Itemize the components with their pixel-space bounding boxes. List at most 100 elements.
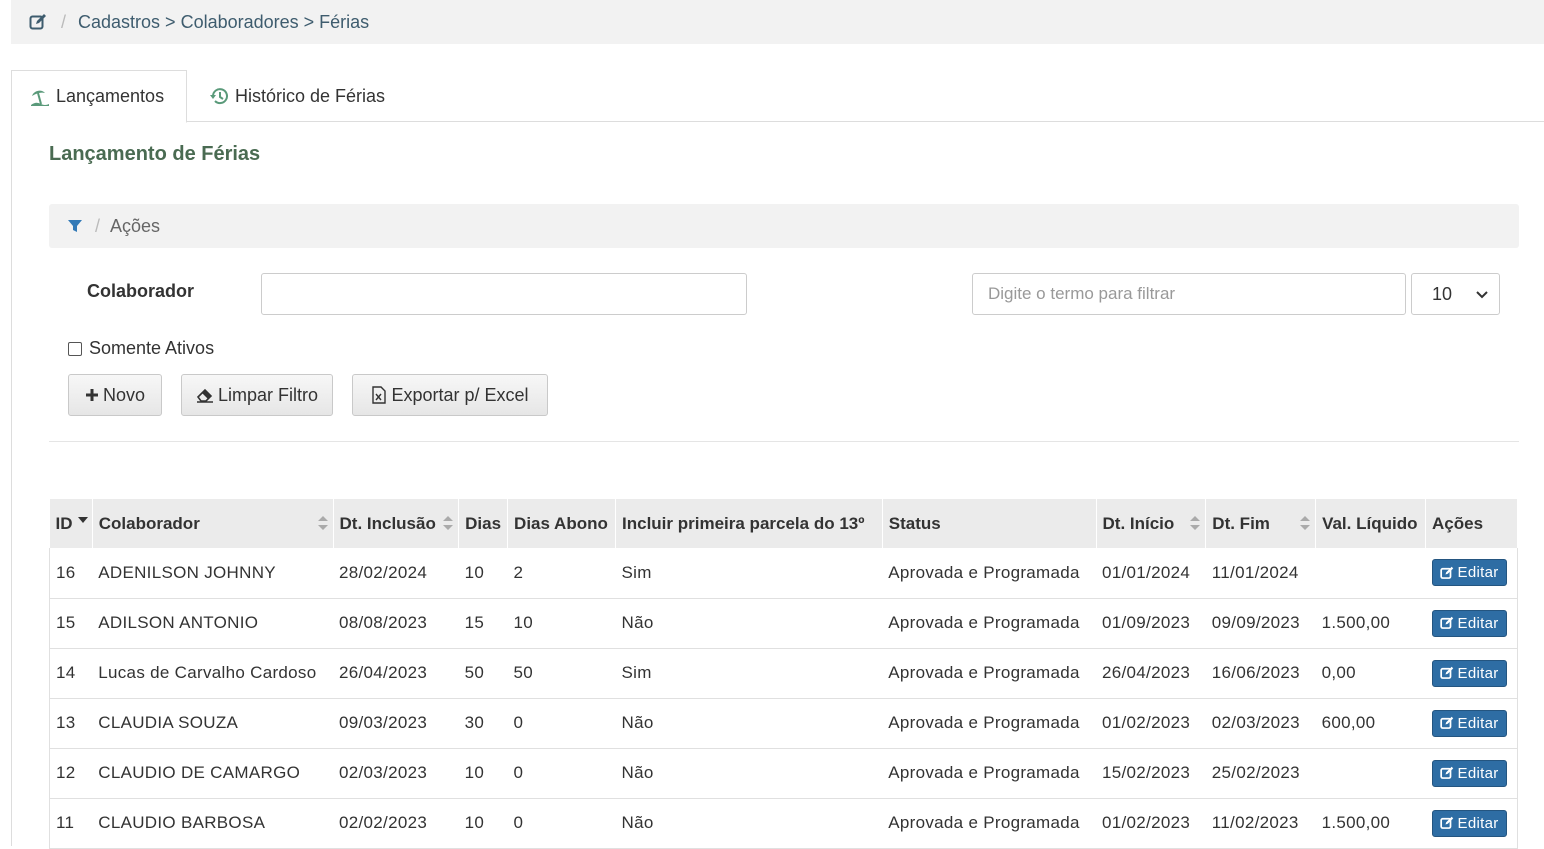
colaborador-input[interactable] [261, 273, 747, 315]
cell-dias: 10 [458, 548, 508, 599]
ferias-table: ID Colaborador Dt. Inclusão Dias Dias Ab… [49, 499, 1518, 849]
edit-button[interactable]: Editar [1431, 759, 1507, 787]
filter-bar-label[interactable]: Ações [110, 216, 160, 237]
table-row: 14 Lucas de Carvalho Cardoso 26/04/2023 … [49, 648, 1518, 699]
table-row: 12 CLAUDIO DE CAMARGO 02/03/2023 10 0 Nã… [49, 748, 1518, 799]
breadcrumb-separator: / [61, 11, 67, 32]
cell-abono: 0 [507, 698, 616, 749]
cell-colaborador: Lucas de Carvalho Cardoso [92, 648, 333, 699]
cell-colaborador: ADENILSON JOHNNY [92, 548, 333, 599]
cell-valor [1315, 748, 1426, 799]
col-dias-abono[interactable]: Dias Abono [507, 499, 617, 548]
edit-button[interactable]: Editar [1431, 559, 1507, 587]
col-parcela-13[interactable]: Incluir primeira parcela do 13º [615, 499, 883, 548]
cell-valor: 1.500,00 [1315, 798, 1426, 849]
edit-icon [1439, 716, 1453, 729]
cell-abono: 2 [507, 548, 616, 599]
cell-inclusao: 26/04/2023 [333, 648, 459, 699]
cell-fim: 16/06/2023 [1205, 648, 1316, 699]
tab-lancamentos[interactable]: Lançamentos [11, 70, 187, 123]
cell-inclusao: 02/02/2023 [333, 798, 459, 849]
tab-label: Histórico de Férias [235, 85, 386, 106]
cell-inclusao: 02/03/2023 [333, 748, 459, 799]
eraser-icon [196, 388, 213, 403]
edit-icon [1439, 616, 1453, 629]
cell-valor [1315, 548, 1426, 599]
cell-parcela: Não [615, 748, 883, 799]
col-dt-inclusao[interactable]: Dt. Inclusão [333, 499, 460, 548]
somente-ativos-row[interactable]: Somente Ativos [68, 338, 214, 359]
cell-fim: 02/03/2023 [1205, 698, 1316, 749]
filter-icon[interactable] [67, 218, 83, 234]
cell-dias: 30 [458, 698, 508, 749]
filter-input[interactable]: Digite o termo para filtrar [972, 273, 1406, 315]
table-row: 16 ADENILSON JOHNNY 28/02/2024 10 2 Sim … [49, 548, 1518, 599]
exportar-excel-button[interactable]: Exportar p/ Excel [352, 374, 548, 416]
plus-icon [85, 389, 98, 401]
page-title: Lançamento de Férias [49, 143, 261, 165]
col-dt-inicio[interactable]: Dt. Início [1096, 499, 1207, 548]
edit-button[interactable]: Editar [1431, 809, 1507, 837]
cell-inclusao: 08/08/2023 [333, 598, 459, 649]
cell-abono: 0 [507, 798, 616, 849]
col-id[interactable]: ID [49, 499, 93, 548]
cell-colaborador: CLAUDIO BARBOSA [92, 798, 333, 849]
history-icon [210, 88, 228, 105]
sort-icon [317, 516, 328, 530]
cell-status: Aprovada e Programada [882, 548, 1097, 599]
edit-button[interactable]: Editar [1431, 659, 1507, 687]
filter-bar: / Ações [49, 204, 1519, 248]
tab-label: Lançamentos [56, 86, 165, 106]
page-size-select[interactable]: 10 [1411, 273, 1500, 315]
cell-parcela: Sim [615, 648, 883, 699]
col-dias[interactable]: Dias [458, 499, 509, 548]
cell-status: Aprovada e Programada [882, 698, 1097, 749]
cell-inclusao: 09/03/2023 [333, 698, 459, 749]
somente-ativos-checkbox[interactable] [68, 341, 82, 356]
cell-status: Aprovada e Programada [882, 598, 1097, 649]
cell-status: Aprovada e Programada [882, 748, 1097, 799]
col-dt-fim[interactable]: Dt. Fim [1205, 499, 1317, 548]
colaborador-label: Colaborador [87, 281, 195, 301]
edit-button[interactable]: Editar [1431, 709, 1507, 737]
edit-button[interactable]: Editar [1431, 609, 1507, 637]
cell-acoes: Editar [1425, 648, 1518, 699]
cell-id: 14 [49, 648, 93, 699]
cell-parcela: Não [615, 798, 883, 849]
cell-colaborador: CLAUDIO DE CAMARGO [92, 748, 333, 799]
col-val-liquido[interactable]: Val. Líquido [1315, 499, 1427, 548]
novo-button[interactable]: Novo [68, 374, 162, 416]
edit-icon [1439, 816, 1453, 829]
tab-historico[interactable]: Histórico de Férias [209, 70, 385, 122]
table-row: 11 CLAUDIO BARBOSA 02/02/2023 10 0 Não A… [49, 798, 1518, 849]
cell-id: 11 [49, 798, 93, 849]
cell-abono: 10 [507, 598, 616, 649]
cell-acoes: Editar [1425, 598, 1518, 649]
cell-fim: 11/01/2024 [1205, 548, 1316, 599]
limpar-label: Limpar Filtro [217, 384, 319, 405]
cell-id: 13 [49, 698, 93, 749]
table-row: 13 CLAUDIA SOUZA 09/03/2023 30 0 Não Apr… [49, 698, 1518, 749]
col-status[interactable]: Status [882, 499, 1097, 548]
cell-inclusao: 28/02/2024 [333, 548, 459, 599]
edit-icon [1439, 766, 1453, 779]
novo-label: Novo [102, 384, 146, 405]
cell-inicio: 01/09/2023 [1096, 598, 1206, 649]
breadcrumb-path[interactable]: Cadastros > Colaboradores > Férias [78, 12, 369, 33]
cell-status: Aprovada e Programada [882, 648, 1097, 699]
edit-icon [1439, 566, 1453, 579]
page-size-value: 10 [1432, 283, 1453, 304]
cell-parcela: Não [615, 698, 883, 749]
cell-abono: 50 [507, 648, 616, 699]
breadcrumb: / Cadastros > Colaboradores > Férias [11, 0, 1544, 44]
cell-inicio: 01/02/2023 [1096, 698, 1206, 749]
cell-acoes: Editar [1425, 698, 1518, 749]
sort-icon [1300, 516, 1311, 530]
cell-inicio: 15/02/2023 [1096, 748, 1206, 799]
col-colaborador[interactable]: Colaborador [92, 499, 334, 548]
limpar-filtro-button[interactable]: Limpar Filtro [181, 374, 333, 416]
cell-acoes: Editar [1425, 798, 1518, 849]
col-acoes: Ações [1425, 499, 1518, 548]
cell-fim: 09/09/2023 [1205, 598, 1316, 649]
cell-dias: 10 [458, 798, 508, 849]
